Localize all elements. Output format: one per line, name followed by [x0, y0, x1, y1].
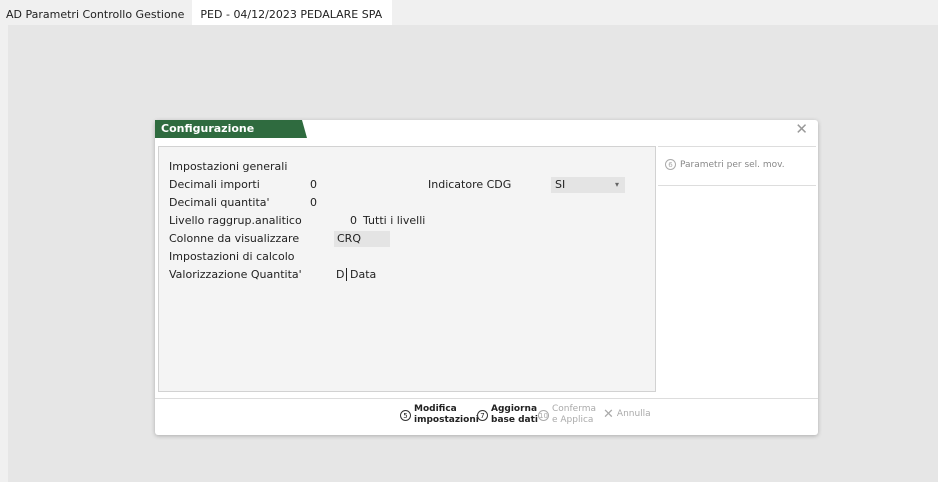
config-dialog: Configurazione funzionale ✕ Impostazioni… — [155, 120, 818, 435]
parametri-button[interactable]: 6 Parametri per sel. mov. — [665, 159, 785, 170]
text-cursor — [346, 268, 347, 281]
livello-label: Livello raggrup.analitico — [169, 214, 302, 227]
close-icon: ✕ — [603, 407, 614, 422]
decimali-importi-label: Decimali importi — [169, 178, 260, 191]
aggiorna-label-2: base dati — [491, 415, 539, 425]
title-bar: AD Parametri Controllo Gestione PED - 04… — [0, 0, 393, 25]
close-icon[interactable]: ✕ — [795, 120, 808, 138]
dialog-title: Configurazione funzionale — [155, 120, 307, 138]
conferma-button[interactable]: 10 Conferma e Applica — [538, 404, 596, 426]
section-calcolo: Impostazioni di calcolo — [169, 250, 295, 263]
colonne-label: Colonne da visualizzare — [169, 232, 300, 245]
modifica-label-1: Modifica — [414, 404, 457, 414]
valorizzazione-label: Valorizzazione Quantita' — [169, 268, 302, 281]
key-7-icon: 7 — [477, 409, 488, 421]
valorizzazione-desc: Data — [350, 268, 377, 281]
indicatore-cdg-value: SI — [555, 178, 566, 191]
side-panel: 6 Parametri per sel. mov. — [658, 146, 816, 186]
aggiorna-button[interactable]: 7 Aggiorna base dati — [477, 404, 538, 426]
company-tab[interactable]: PED - 04/12/2023 PEDALARE SPA — [192, 0, 393, 25]
decimali-quantita-field[interactable]: 0 — [310, 196, 317, 209]
dialog-footer: 5 Modifica impostazioni 7 Aggiorna base … — [155, 398, 818, 436]
livello-desc: Tutti i livelli — [363, 214, 426, 227]
annulla-button[interactable]: ✕ Annulla — [603, 407, 651, 422]
key-5-icon: 5 — [400, 409, 411, 421]
colonne-field[interactable]: CRQ — [334, 231, 390, 247]
parametri-label: Parametri per sel. mov. — [680, 159, 785, 170]
annulla-label: Annulla — [616, 409, 651, 419]
conferma-label-1: Conferma — [552, 404, 597, 414]
conferma-label-2: e Applica — [552, 415, 594, 425]
livello-field[interactable]: 0 — [350, 214, 357, 227]
decimali-importi-field[interactable]: 0 — [310, 178, 317, 191]
aggiorna-label-1: Aggiorna — [491, 404, 538, 414]
chevron-down-icon: ▾ — [614, 180, 619, 189]
indicatore-cdg-label: Indicatore CDG — [428, 178, 512, 191]
modifica-label-2: impostazioni — [414, 415, 479, 425]
settings-panel: Impostazioni generali Decimali importi 0… — [158, 146, 656, 392]
key-10-icon: 10 — [538, 409, 549, 421]
indicatore-cdg-select[interactable]: SI ▾ — [551, 177, 625, 193]
key-6-icon: 6 — [665, 159, 676, 170]
modifica-button[interactable]: 5 Modifica impostazioni — [400, 404, 479, 426]
app-title: AD Parametri Controllo Gestione — [6, 8, 185, 21]
valorizzazione-field[interactable]: D — [336, 268, 344, 281]
section-general: Impostazioni generali — [169, 160, 288, 173]
decimali-quantita-label: Decimali quantita' — [169, 196, 270, 209]
